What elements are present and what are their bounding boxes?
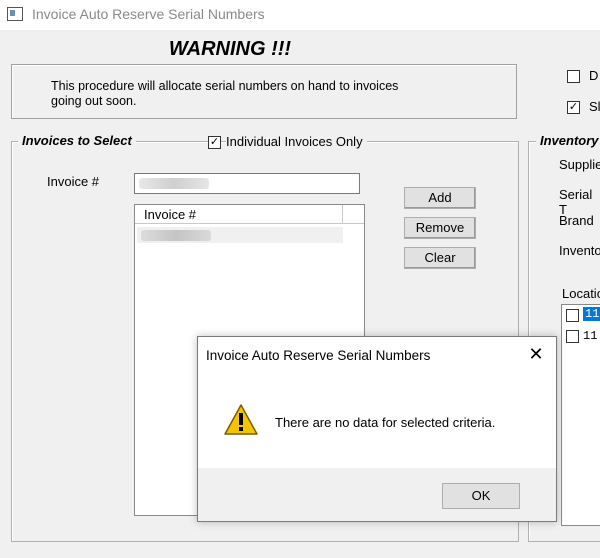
individual-invoices-label[interactable]: Individual Invoices Only [226, 134, 367, 149]
redacted-value [139, 178, 209, 189]
invoices-group-title: Invoices to Select [18, 133, 136, 148]
invoice-list-header[interactable]: Invoice # [135, 205, 343, 224]
ok-button[interactable]: OK [442, 483, 520, 509]
dialog-message: There are no data for selected criteria. [275, 415, 496, 430]
invoice-number-input[interactable] [134, 173, 360, 194]
location-2-checkbox[interactable] [566, 330, 579, 343]
close-icon[interactable]: ✕ [526, 344, 546, 364]
clear-button[interactable]: Clear [404, 247, 476, 269]
warning-icon [223, 403, 259, 440]
brand-label: Brand [559, 213, 594, 228]
location-1-label[interactable]: 11 [583, 307, 600, 321]
warning-line-1: This procedure will allocate serial numb… [51, 79, 399, 93]
redacted-value [141, 230, 211, 241]
window-title: Invoice Auto Reserve Serial Numbers [32, 6, 265, 22]
inventory-group-title: Inventory [536, 133, 600, 148]
invoice-column-header: Invoice # [144, 207, 197, 222]
warning-heading: WARNING !!! [168, 38, 292, 60]
individual-invoices-checkbox[interactable]: ✓ [208, 136, 221, 149]
app-icon[interactable] [7, 7, 23, 21]
location-2-label[interactable]: 11 [583, 329, 597, 343]
supplier-label: Supplie [559, 157, 600, 172]
location-1-checkbox[interactable] [566, 309, 579, 322]
add-button[interactable]: Add [404, 187, 476, 209]
option-2-checkbox[interactable]: ✓ [567, 101, 580, 114]
dialog-footer: OK [198, 468, 556, 521]
title-bar: Invoice Auto Reserve Serial Numbers [0, 0, 600, 30]
inventory-label: Invento [559, 243, 600, 258]
location-label: Locatio [562, 286, 600, 301]
invoice-number-label: Invoice # [47, 174, 100, 189]
message-dialog: Invoice Auto Reserve Serial Numbers ✕ Th… [197, 336, 557, 522]
list-item[interactable] [137, 227, 343, 243]
warning-line-2: going out soon. [51, 94, 137, 108]
option-1-checkbox[interactable] [567, 70, 580, 83]
option-1-label: D [589, 68, 599, 83]
dialog-title: Invoice Auto Reserve Serial Numbers [206, 348, 431, 363]
remove-button[interactable]: Remove [404, 217, 476, 239]
list-header-filler [343, 205, 364, 224]
warning-text: This procedure will allocate serial numb… [51, 79, 451, 109]
option-2-label: Sl [589, 99, 600, 114]
